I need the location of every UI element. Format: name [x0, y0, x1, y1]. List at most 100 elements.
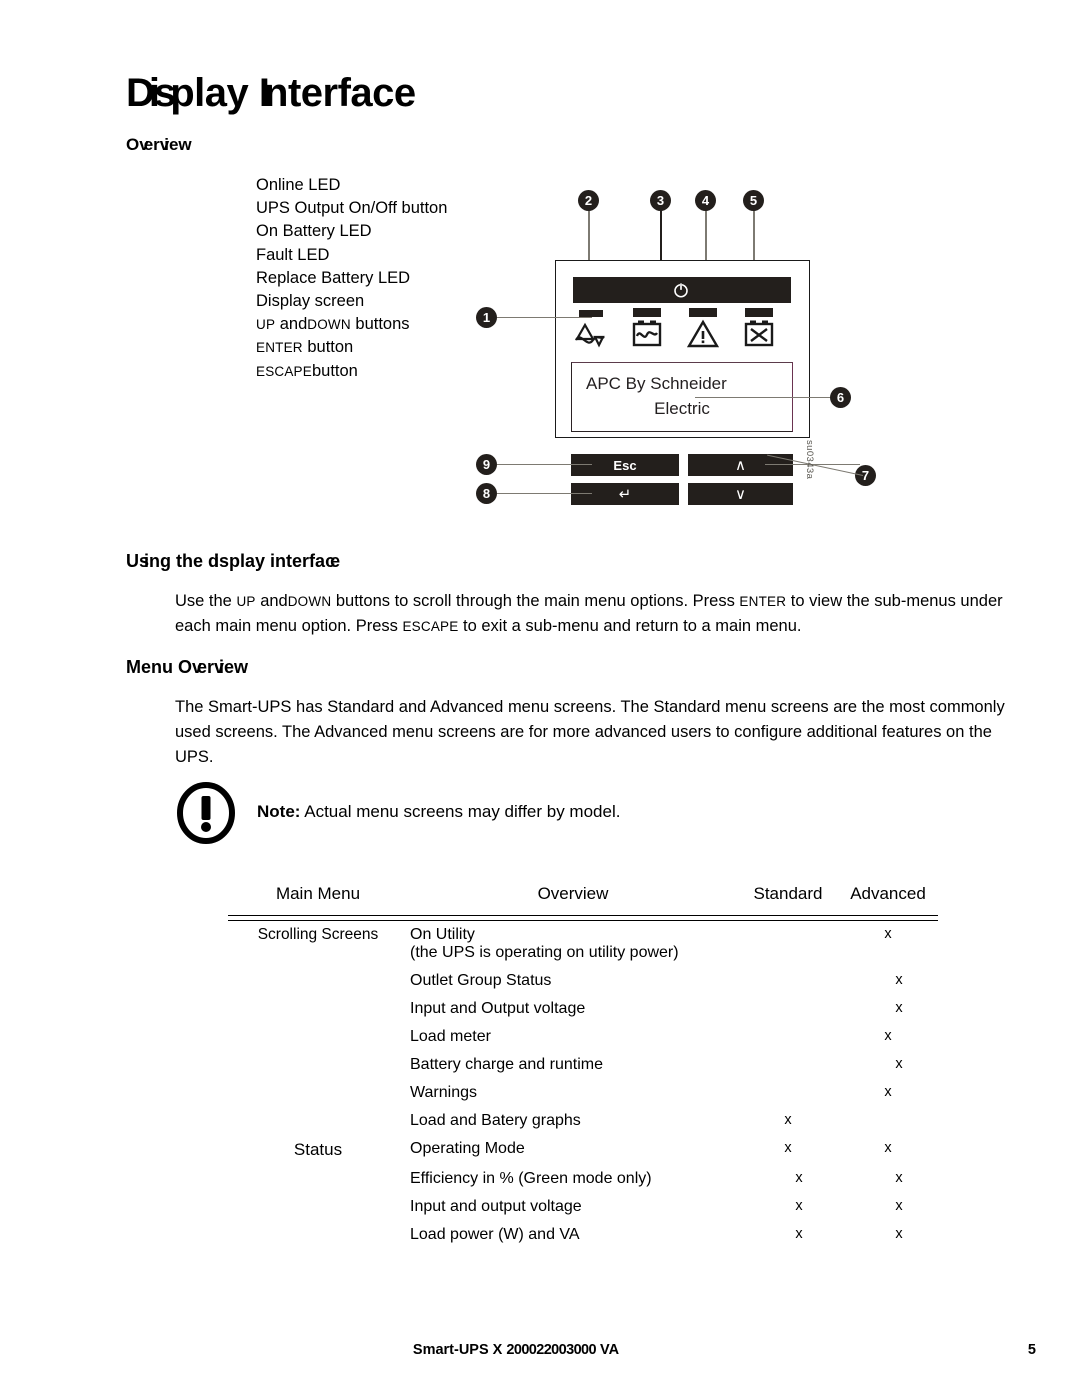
cell-main-menu — [228, 995, 408, 1023]
cell-main-menu — [228, 1221, 408, 1249]
table-body: Scrolling Screens On Utility (the UPS is o… — [228, 921, 938, 1250]
leader-line-6 — [695, 397, 830, 399]
cell-overview: Input and output voltage — [410, 1198, 582, 1215]
down-button[interactable]: ∨ — [688, 483, 793, 505]
cell-standard-mark — [738, 1051, 838, 1079]
section-heading-using-display-interface: Using the display interface — [126, 551, 341, 571]
callout-5: 5 — [743, 190, 764, 211]
cell-standard-mark: x — [795, 1226, 803, 1242]
section-heading-menu-overview: Menu Overview — [126, 657, 249, 677]
page-title: Display Interface — [126, 71, 416, 115]
page-footer: Smart-UPS X 200022003000 VA 5 — [126, 1342, 1036, 1362]
cell-advanced-mark: x — [884, 1084, 892, 1100]
cell-advanced-mark: x — [895, 972, 903, 988]
callout-8: 8 — [476, 483, 497, 504]
cell-advanced-mark: x — [895, 1000, 903, 1016]
overview-list-item-6: Display screen — [256, 292, 365, 311]
section-heading-overview: Overview — [126, 135, 192, 154]
cell-overview: Load power (W) and VA — [410, 1226, 580, 1243]
overview-list-item-7: UP andDOWN buttons — [256, 315, 410, 334]
led-cap — [633, 308, 661, 317]
led-indicator-row — [573, 308, 793, 352]
cell-main-menu — [228, 1107, 408, 1135]
column-header-main-menu: Main Menu — [275, 884, 361, 903]
paragraph-using-display-interface: Use the UP andDOWN buttons to scroll thr… — [175, 592, 1003, 635]
power-button-icon — [672, 281, 690, 299]
leader-line-8 — [497, 493, 592, 495]
overview-list-item-8: ENTER button — [256, 338, 354, 357]
table-row: Load meter x — [228, 1023, 938, 1051]
led-cap — [689, 308, 717, 317]
callout-1: 1 — [476, 307, 497, 328]
table-row: Battery charge and runtime x — [228, 1051, 938, 1079]
cell-main-menu — [228, 1023, 408, 1051]
cell-overview: Load and Battery graphs — [410, 1112, 581, 1129]
table-row: Warnings x — [228, 1079, 938, 1107]
on-battery-led — [629, 308, 665, 352]
overview-list-item-1: Online LED — [256, 176, 341, 194]
cell-standard-mark: x — [795, 1170, 803, 1186]
footer-page-number: 5 — [1027, 1342, 1036, 1358]
overview-list-item-5: Replace Battery LED — [256, 268, 411, 287]
note-callout: Note: Actual menu screens may differ by … — [175, 782, 875, 848]
overview-list-item-3: On Battery LED — [256, 222, 372, 241]
table-row: Input and Output voltage x — [228, 995, 938, 1023]
column-header-standard: Standard — [753, 884, 823, 903]
led-cap — [745, 308, 773, 317]
callout-6: 6 — [830, 387, 851, 408]
overview-list-item-4: Fault LED — [256, 245, 330, 264]
cell-advanced-mark: x — [884, 926, 892, 942]
callout-7: 7 — [855, 465, 876, 486]
footer-product-name: Smart-UPS X 200022003000 VA — [412, 1342, 620, 1358]
online-ac-waveform-icon — [573, 319, 609, 352]
cell-advanced-mark — [838, 1107, 938, 1135]
cell-main-menu — [228, 1165, 408, 1193]
cell-standard-mark — [738, 1023, 838, 1051]
cell-overview: Battery charge and runtime — [410, 1056, 603, 1073]
table-row: Load and Battery graphs x — [228, 1107, 938, 1135]
cell-standard-mark — [738, 1079, 838, 1107]
cell-advanced-mark: x — [895, 1170, 903, 1186]
cell-advanced-mark: x — [884, 1140, 892, 1156]
fault-led — [685, 308, 721, 352]
overview-list-item-2: UPS Output On/Off button — [256, 199, 448, 218]
paragraph-menu-overview: The Smart-UPS has Standard and Advanced … — [175, 698, 1005, 766]
callout-2: 2 — [578, 190, 599, 211]
cell-main-menu — [228, 967, 408, 995]
cell-advanced-mark: x — [895, 1226, 903, 1242]
cell-overview: Efficiency in % (Green mode only) — [410, 1170, 652, 1187]
cell-main-menu — [228, 1051, 408, 1079]
column-header-advanced: Advanced — [850, 884, 926, 903]
cell-advanced-mark: x — [895, 1056, 903, 1072]
table-row: Input and output voltage x x — [228, 1193, 938, 1221]
screen-line-1: APC By Schneider — [586, 374, 727, 393]
cell-overview: Input and Output voltage — [410, 1000, 586, 1017]
cell-overview: Warnings — [410, 1084, 477, 1101]
cell-overview: On Utility (the UPS is operating on utili… — [408, 921, 738, 968]
led-cap — [579, 310, 603, 317]
cell-main-menu — [228, 1079, 408, 1107]
cell-advanced-mark: x — [884, 1028, 892, 1044]
replace-battery-led — [741, 308, 777, 352]
cell-main-menu — [228, 1193, 408, 1221]
cell-main-menu: Status — [293, 1140, 343, 1159]
cell-standard-mark: x — [784, 1112, 792, 1128]
menu-overview-table: Main Menu Overview Standard Advanced Scr… — [228, 884, 938, 1249]
callout-9: 9 — [476, 454, 497, 475]
exclamation-circle-icon — [175, 782, 237, 844]
online-led — [573, 308, 609, 352]
table-row: Outlet Group Status x — [228, 967, 938, 995]
cell-overview-subtext: (the UPS is operating on utility power) — [410, 944, 679, 961]
cell-standard-mark: x — [795, 1198, 803, 1214]
table-row: Status Operating Mode x x — [228, 1135, 938, 1165]
leader-line-9 — [497, 464, 592, 466]
screen-line-2: Electric — [654, 399, 710, 418]
overview-list: Online LED UPS Output On/Off button On Bat… — [256, 174, 447, 383]
figure-reference-code: su0343a — [804, 440, 815, 480]
replace-battery-icon — [741, 319, 777, 352]
cell-overview: Outlet Group Status — [410, 972, 552, 989]
table-row: Load power (W) and VA x x — [228, 1221, 938, 1249]
cell-standard-mark — [738, 967, 838, 995]
note-text: Note: Actual menu screens may differ by … — [257, 802, 620, 822]
callout-3: 3 — [650, 190, 671, 211]
